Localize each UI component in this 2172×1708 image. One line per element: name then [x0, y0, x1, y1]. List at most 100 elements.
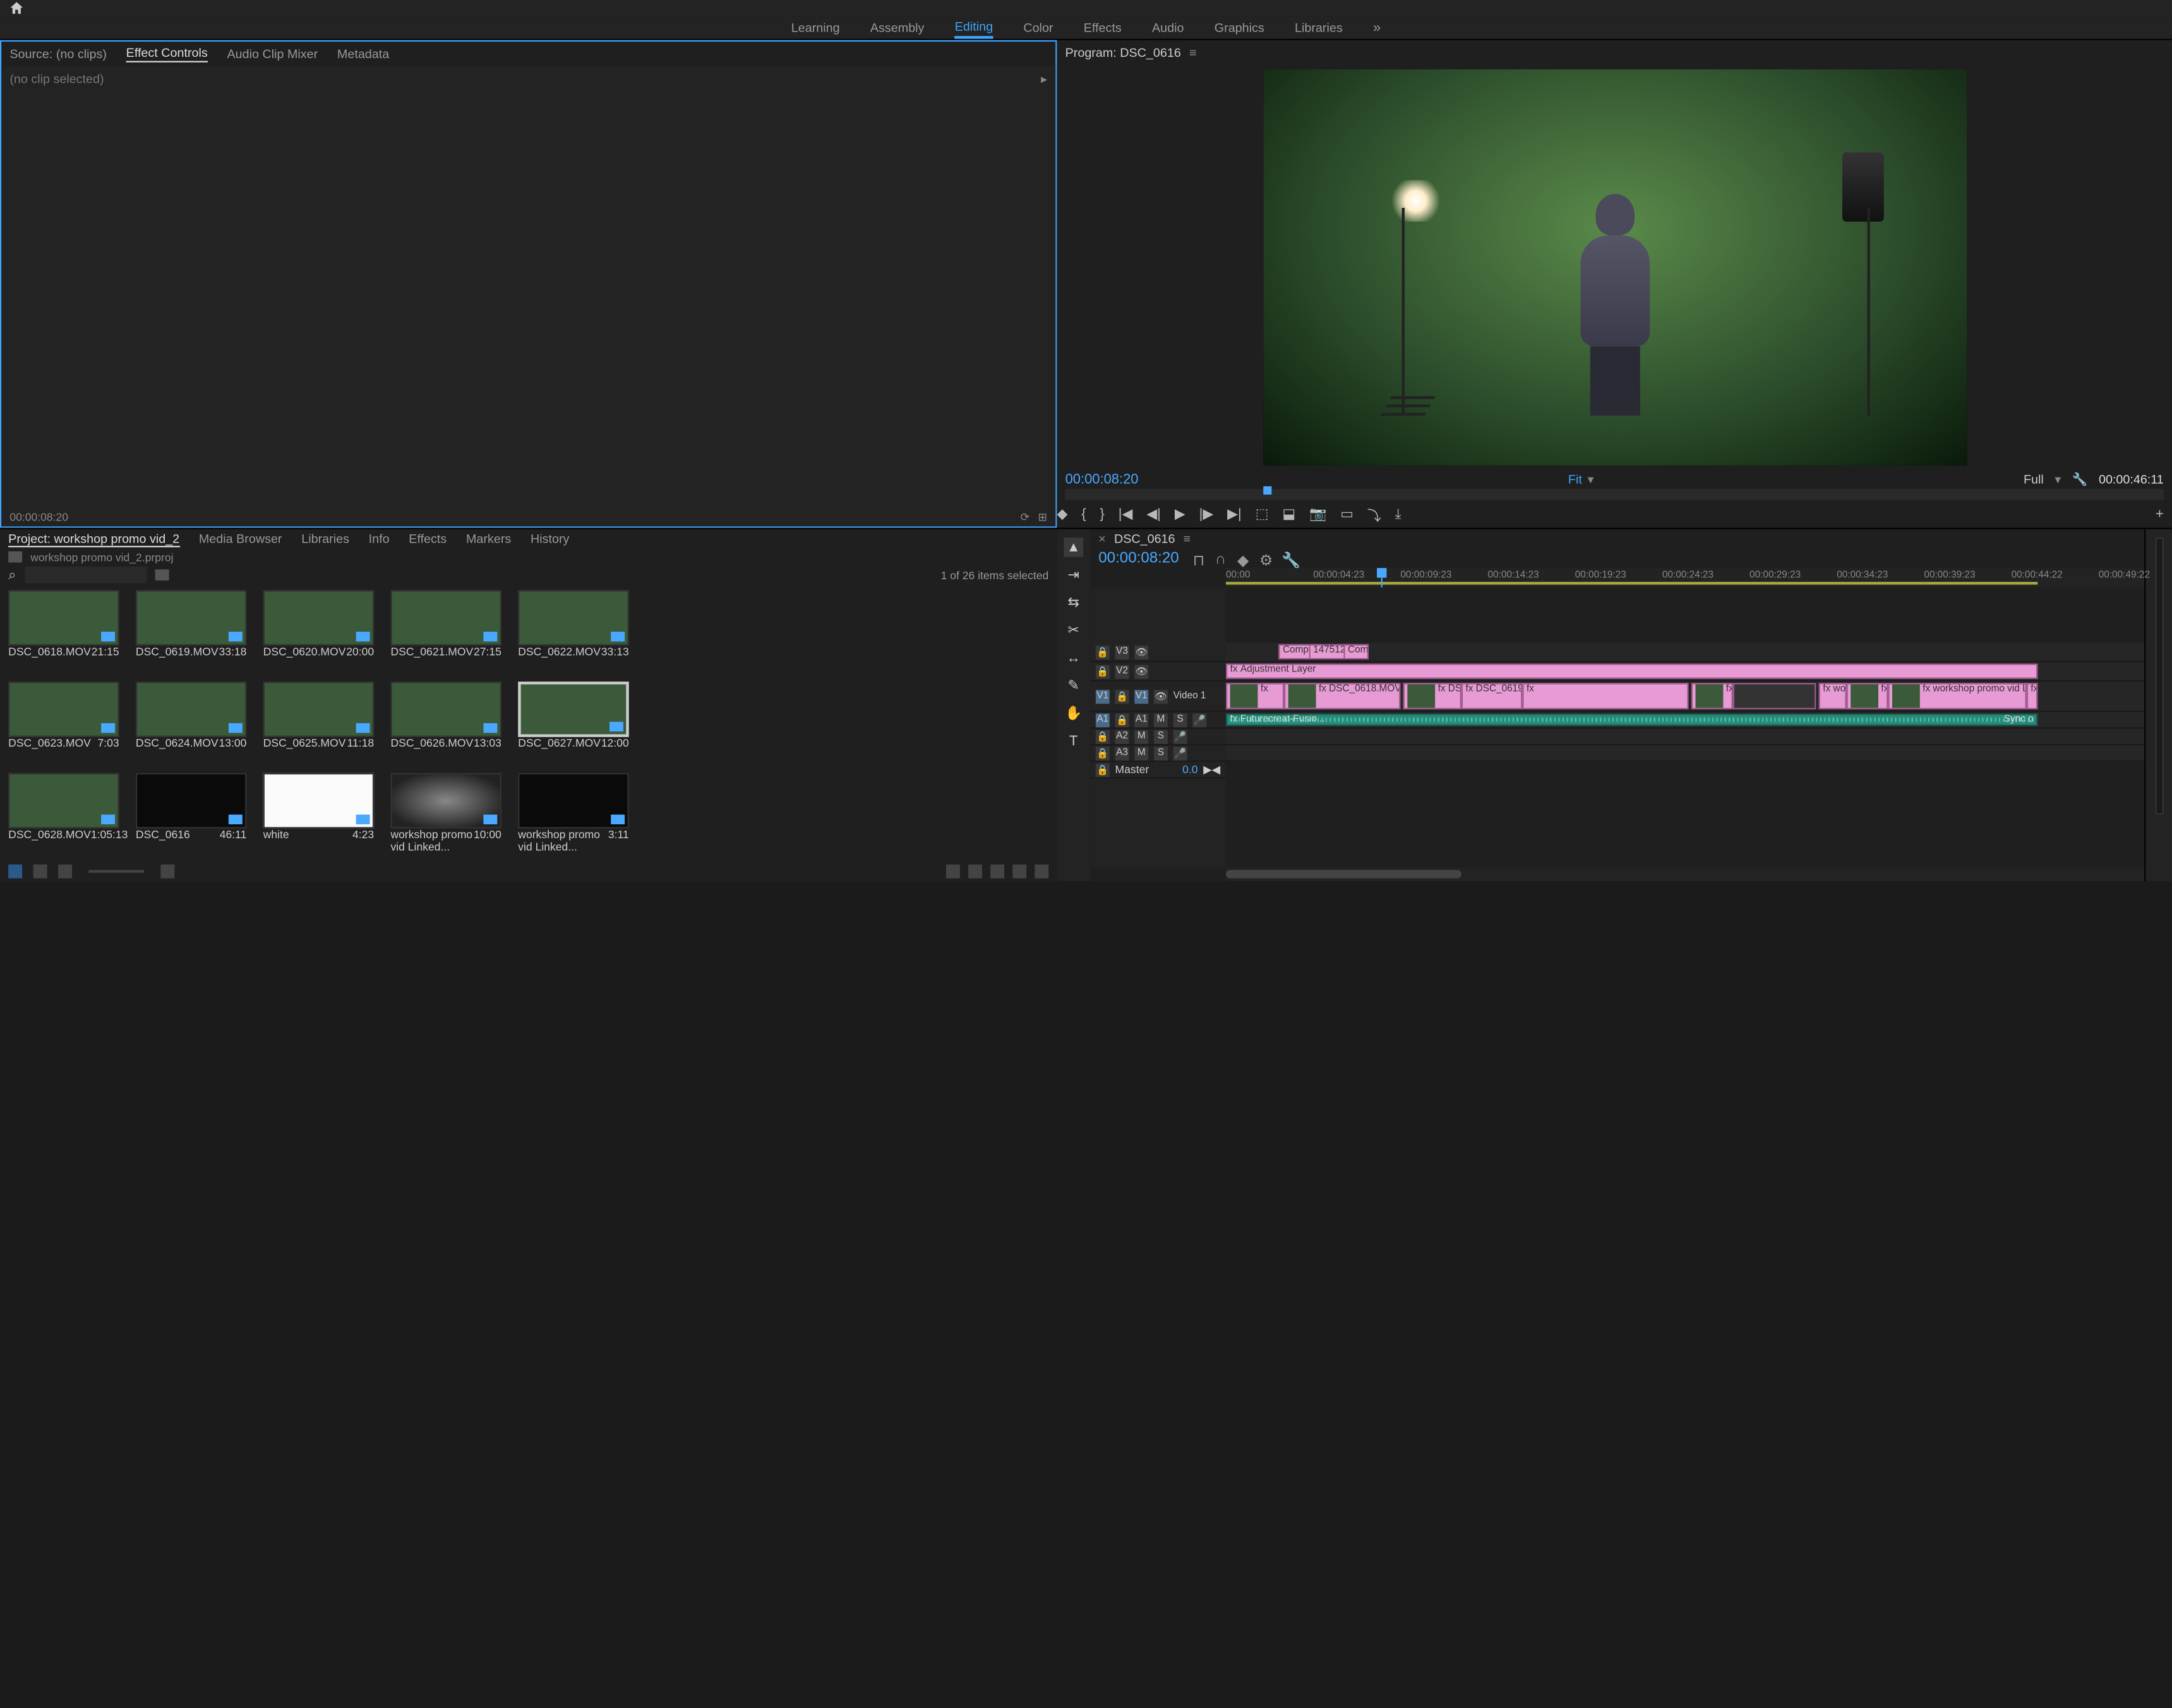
- workspace-libraries[interactable]: Libraries: [1295, 18, 1343, 38]
- find-icon[interactable]: [968, 865, 982, 879]
- track-header-master[interactable]: 🔒Master0.0▶◀: [1090, 762, 1226, 778]
- tab-libraries[interactable]: Libraries: [301, 532, 349, 546]
- project-clip[interactable]: DSC_0621.MOV27:15: [390, 590, 515, 673]
- resolution-dropdown-icon[interactable]: ▾: [2055, 472, 2061, 487]
- program-tab-close-icon[interactable]: ≡: [1189, 45, 1197, 59]
- slip-tool-icon[interactable]: ↔: [1064, 648, 1083, 668]
- playhead-icon[interactable]: [1377, 568, 1386, 577]
- workspace-color[interactable]: Color: [1023, 18, 1053, 38]
- project-clip[interactable]: DSC_0628.MOV1:05:13: [8, 773, 133, 857]
- insert-icon[interactable]: ⤵: [1367, 503, 1381, 524]
- expand-icon[interactable]: ▸: [1041, 72, 1047, 87]
- project-clip[interactable]: DSC_0624.MOV13:00: [136, 682, 260, 765]
- project-clip[interactable]: white4:23: [263, 773, 388, 857]
- project-grid[interactable]: DSC_0618.MOV21:15DSC_0619.MOV33:18DSC_06…: [0, 585, 1057, 862]
- program-viewer[interactable]: [1263, 69, 1966, 466]
- timeline-clip[interactable]: fx works: [1819, 683, 1847, 709]
- timeline-timecode[interactable]: 00:00:08:20: [1098, 550, 1179, 567]
- project-clip[interactable]: DSC_0623.MOV7:03: [8, 682, 133, 765]
- tab-media-browser[interactable]: Media Browser: [199, 532, 282, 546]
- tab-project[interactable]: Project: workshop promo vid_2: [8, 531, 179, 546]
- step-back-icon[interactable]: ◀|: [1146, 507, 1161, 522]
- track-header-a1[interactable]: A1🔒A1MS🎤: [1090, 712, 1226, 728]
- extract-icon[interactable]: ⬓: [1282, 507, 1295, 522]
- timeline-clip[interactable]: fxAdjustment Layer: [1226, 664, 2037, 679]
- timeline-ruler[interactable]: 00:0000:00:04:2300:00:09:2300:00:14:2300…: [1226, 568, 2144, 587]
- zoom-select[interactable]: Fit: [1568, 472, 1582, 486]
- tab-markers[interactable]: Markers: [466, 532, 511, 546]
- workspace-editing[interactable]: Editing: [955, 16, 993, 39]
- resolution-select[interactable]: Full: [2024, 472, 2044, 486]
- track-header-a3[interactable]: 🔒A3MS🎤: [1090, 745, 1226, 762]
- track-header-v3[interactable]: 🔒V3👁: [1090, 643, 1226, 663]
- project-clip[interactable]: DSC_061646:11: [136, 773, 260, 857]
- icon-view-icon[interactable]: [33, 865, 47, 879]
- go-to-in-icon[interactable]: |◀: [1119, 507, 1133, 522]
- wrench-icon[interactable]: 🔧: [1281, 551, 1295, 565]
- sort-icon[interactable]: [160, 865, 174, 879]
- project-clip[interactable]: DSC_0626.MOV13:03: [390, 682, 515, 765]
- overwrite-icon[interactable]: ⤓: [1395, 507, 1401, 522]
- project-clip[interactable]: DSC_0622.MOV33:13: [518, 590, 642, 673]
- workspace-graphics[interactable]: Graphics: [1215, 18, 1264, 38]
- snap-icon[interactable]: ⊓: [1193, 551, 1207, 565]
- project-clip[interactable]: workshop promo vid Linked...10:00: [390, 773, 515, 857]
- bin-icon[interactable]: [8, 551, 22, 563]
- project-clip[interactable]: workshop promo vid Linked...3:11: [518, 773, 642, 857]
- workspace-overflow-icon[interactable]: »: [1373, 20, 1381, 35]
- workspace-assembly[interactable]: Assembly: [870, 18, 925, 38]
- go-to-out-icon[interactable]: ▶|: [1227, 507, 1242, 522]
- hand-tool-icon[interactable]: ✋: [1064, 704, 1083, 723]
- timeline-clip[interactable]: Comp 1: [1343, 644, 1368, 659]
- project-clip[interactable]: DSC_0620.MOV20:00: [263, 590, 388, 673]
- seq-menu-icon[interactable]: ×: [1098, 532, 1106, 546]
- comparison-icon[interactable]: ▭: [1340, 507, 1353, 522]
- automate-icon[interactable]: [946, 865, 960, 879]
- workspace-effects[interactable]: Effects: [1084, 18, 1122, 38]
- linked-selection-icon[interactable]: ∩: [1215, 551, 1229, 565]
- timeline-clip[interactable]: fx: [1226, 683, 1284, 709]
- new-item-icon[interactable]: [1012, 865, 1026, 879]
- timeline-clip[interactable]: fx DSC_0618.MOV: [1284, 683, 1400, 709]
- timeline-clip[interactable]: fx: [1522, 683, 1688, 709]
- project-clip[interactable]: DSC_0627.MOV12:00: [518, 682, 642, 765]
- selection-tool-icon[interactable]: ▲: [1064, 538, 1083, 557]
- search-input[interactable]: [25, 567, 147, 583]
- timeline-clip[interactable]: fx workshop promo vid Linked Comp 07.avi: [1888, 683, 2026, 709]
- ripple-tool-icon[interactable]: ⇆: [1064, 593, 1083, 613]
- tab-metadata[interactable]: Metadata: [337, 47, 389, 61]
- mark-out-icon[interactable]: }: [1100, 507, 1105, 522]
- project-clip[interactable]: DSC_0618.MOV21:15: [8, 590, 133, 673]
- settings-wrench-icon[interactable]: 🔧: [2072, 472, 2088, 487]
- home-icon[interactable]: [8, 0, 25, 16]
- sequence-tab[interactable]: DSC_0616: [1114, 532, 1175, 546]
- marker-icon[interactable]: ◆: [1237, 551, 1251, 565]
- zoom-slider[interactable]: [88, 870, 144, 872]
- zoom-dropdown-icon[interactable]: ▾: [1588, 472, 1594, 487]
- source-loop-icon[interactable]: ⟳: [1021, 510, 1030, 523]
- step-forward-icon[interactable]: |▶: [1199, 507, 1214, 522]
- timeline-audio-clip[interactable]: fx Futurecreat-Fusio...Sync o: [1226, 714, 2037, 726]
- timeline-clip[interactable]: fx: [2027, 683, 2038, 709]
- timeline-clip[interactable]: fx: [1733, 683, 1816, 709]
- program-scrubber[interactable]: [1065, 489, 2164, 500]
- mark-in-icon[interactable]: {: [1081, 507, 1086, 522]
- project-clip[interactable]: DSC_0619.MOV33:18: [136, 590, 260, 673]
- timeline-clip[interactable]: fx DSC_062: [1847, 683, 1888, 709]
- tab-effect-controls[interactable]: Effect Controls: [126, 45, 208, 62]
- tab-audio-clip-mixer[interactable]: Audio Clip Mixer: [227, 47, 318, 61]
- timeline-clip[interactable]: fx DSC_0621.MOV: [1691, 683, 1733, 709]
- filter-bin-icon[interactable]: [155, 569, 169, 580]
- tab-effects[interactable]: Effects: [409, 532, 447, 546]
- workspace-learning[interactable]: Learning: [791, 18, 840, 38]
- razor-tool-icon[interactable]: ✂: [1064, 621, 1083, 640]
- add-marker-icon[interactable]: ◆: [1057, 507, 1067, 522]
- track-header-v2[interactable]: 🔒V2👁: [1090, 662, 1226, 682]
- workspace-audio[interactable]: Audio: [1152, 18, 1184, 38]
- timeline-clip[interactable]: fx DSC_0619.MOV: [1461, 683, 1523, 709]
- program-timecode[interactable]: 00:00:08:20: [1065, 472, 1139, 487]
- type-tool-icon[interactable]: T: [1064, 731, 1083, 751]
- lift-icon[interactable]: ⬚: [1256, 507, 1269, 522]
- settings-icon[interactable]: ⚙: [1259, 551, 1273, 565]
- search-icon[interactable]: ⌕: [8, 567, 16, 582]
